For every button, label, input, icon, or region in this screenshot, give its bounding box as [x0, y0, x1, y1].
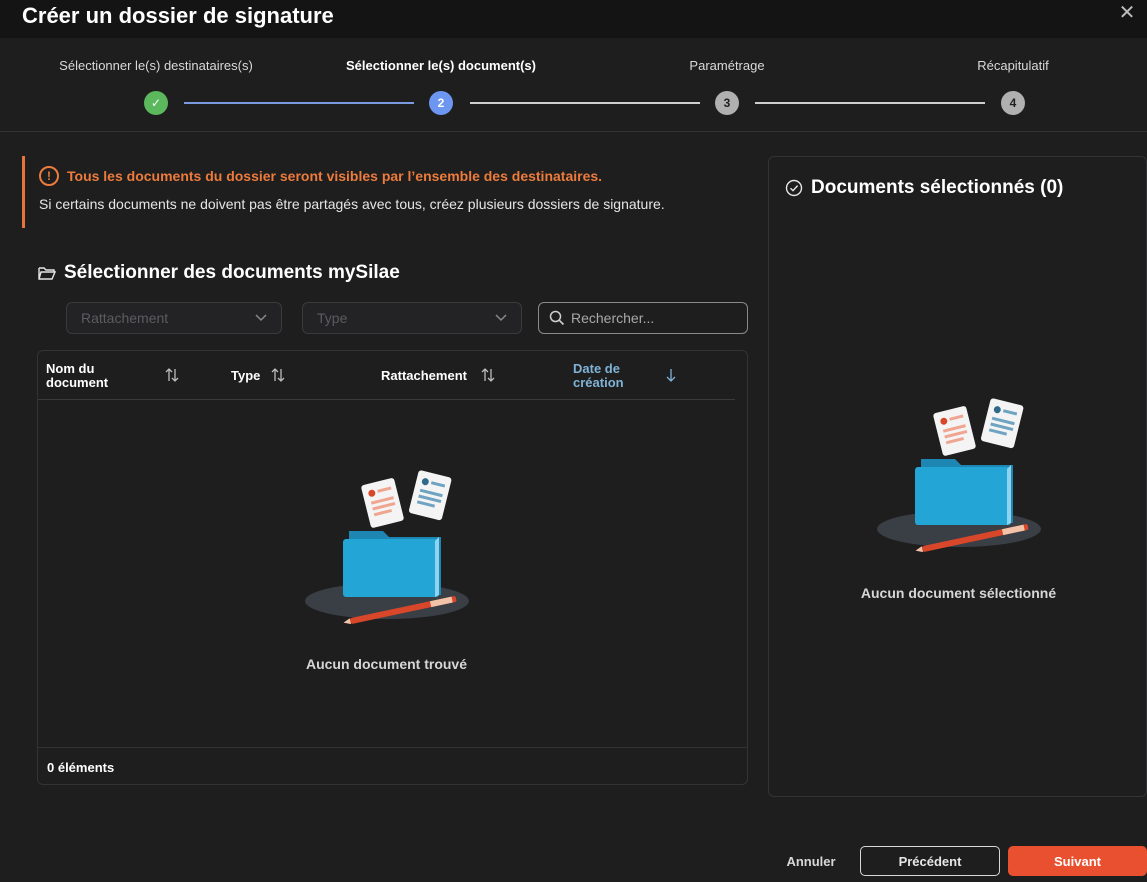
warning-title-row: ! Tous les documents du dossier seront v… — [39, 166, 742, 186]
sort-icon[interactable] — [481, 367, 495, 383]
step-1-check-icon[interactable]: ✓ — [144, 91, 168, 115]
modal-header: Créer un dossier de signature ✕ — [0, 0, 1147, 38]
selected-documents-title: Documents sélectionnés (0) — [785, 177, 1063, 199]
items-count: 0 éléments — [47, 760, 115, 775]
check-circle-icon — [785, 179, 803, 197]
search-input[interactable] — [571, 310, 731, 326]
step-3-marker: 3 — [715, 91, 739, 115]
step-label-settings: Paramétrage — [689, 58, 765, 73]
warning-icon: ! — [39, 166, 59, 186]
modal-title: Créer un dossier de signature — [22, 3, 334, 28]
step-4-marker: 4 — [1001, 91, 1025, 115]
rattachement-select[interactable]: Rattachement — [66, 302, 282, 334]
folder-open-icon — [38, 267, 56, 280]
warning-text: Si certains documents ne doivent pas êtr… — [39, 196, 665, 212]
step-2-marker: 2 — [429, 91, 453, 115]
selected-title-text: Documents sélectionnés (0) — [811, 177, 1064, 198]
column-date-line2: création — [573, 375, 624, 390]
search-box[interactable] — [538, 302, 748, 334]
search-icon — [549, 310, 565, 326]
next-button[interactable]: Suivant — [1008, 846, 1147, 876]
empty-selection-illustration — [877, 398, 1041, 553]
column-name-line1: Nom du — [46, 361, 95, 376]
sort-down-icon[interactable] — [664, 367, 678, 383]
column-header-name[interactable]: Nom du document — [46, 362, 108, 390]
chevron-down-icon — [255, 314, 267, 322]
type-placeholder: Type — [317, 310, 348, 326]
selected-documents-panel: Documents sélectionnés (0) Aucun documen… — [768, 156, 1147, 797]
table-footer: 0 éléments — [38, 747, 747, 785]
empty-selection-text: Aucun document sélectionné — [860, 585, 1057, 601]
column-header-rattachement[interactable]: Rattachement — [381, 369, 467, 383]
column-header-date[interactable]: Date de création — [573, 362, 624, 390]
documents-section-title: Sélectionner des documents mySilae — [38, 262, 400, 284]
warning-title: Tous les documents du dossier seront vis… — [67, 168, 603, 184]
sort-icon[interactable] — [165, 367, 179, 383]
step-label-recipients: Sélectionner le(s) destinataires(s) — [59, 58, 253, 73]
step-connector-1 — [184, 102, 414, 104]
column-date-line1: Date de — [573, 361, 620, 376]
close-icon[interactable]: ✕ — [1117, 3, 1137, 23]
empty-documents-text: Aucun document trouvé — [305, 656, 467, 672]
column-header-type[interactable]: Type — [231, 369, 260, 383]
step-label-documents: Sélectionner le(s) document(s) — [346, 58, 536, 73]
documents-table: Nom du document Type Rattachement Date d… — [37, 350, 748, 785]
type-select[interactable]: Type — [302, 302, 522, 334]
previous-button[interactable]: Précédent — [860, 846, 1000, 876]
visibility-warning: ! Tous les documents du dossier seront v… — [22, 156, 742, 228]
cancel-button[interactable]: Annuler — [778, 847, 844, 875]
step-connector-3 — [755, 102, 985, 104]
column-name-line2: document — [46, 375, 109, 390]
rattachement-placeholder: Rattachement — [81, 310, 169, 326]
step-label-summary: Récapitulatif — [977, 58, 1049, 73]
documents-title-text: Sélectionner des documents mySilae — [64, 262, 400, 283]
sort-icon[interactable] — [271, 367, 285, 383]
table-header: Nom du document Type Rattachement Date d… — [38, 351, 735, 400]
empty-folder-illustration — [305, 470, 469, 625]
step-connector-2 — [470, 102, 700, 104]
chevron-down-icon — [495, 314, 507, 322]
stepper: Sélectionner le(s) destinataires(s) Séle… — [0, 38, 1147, 132]
